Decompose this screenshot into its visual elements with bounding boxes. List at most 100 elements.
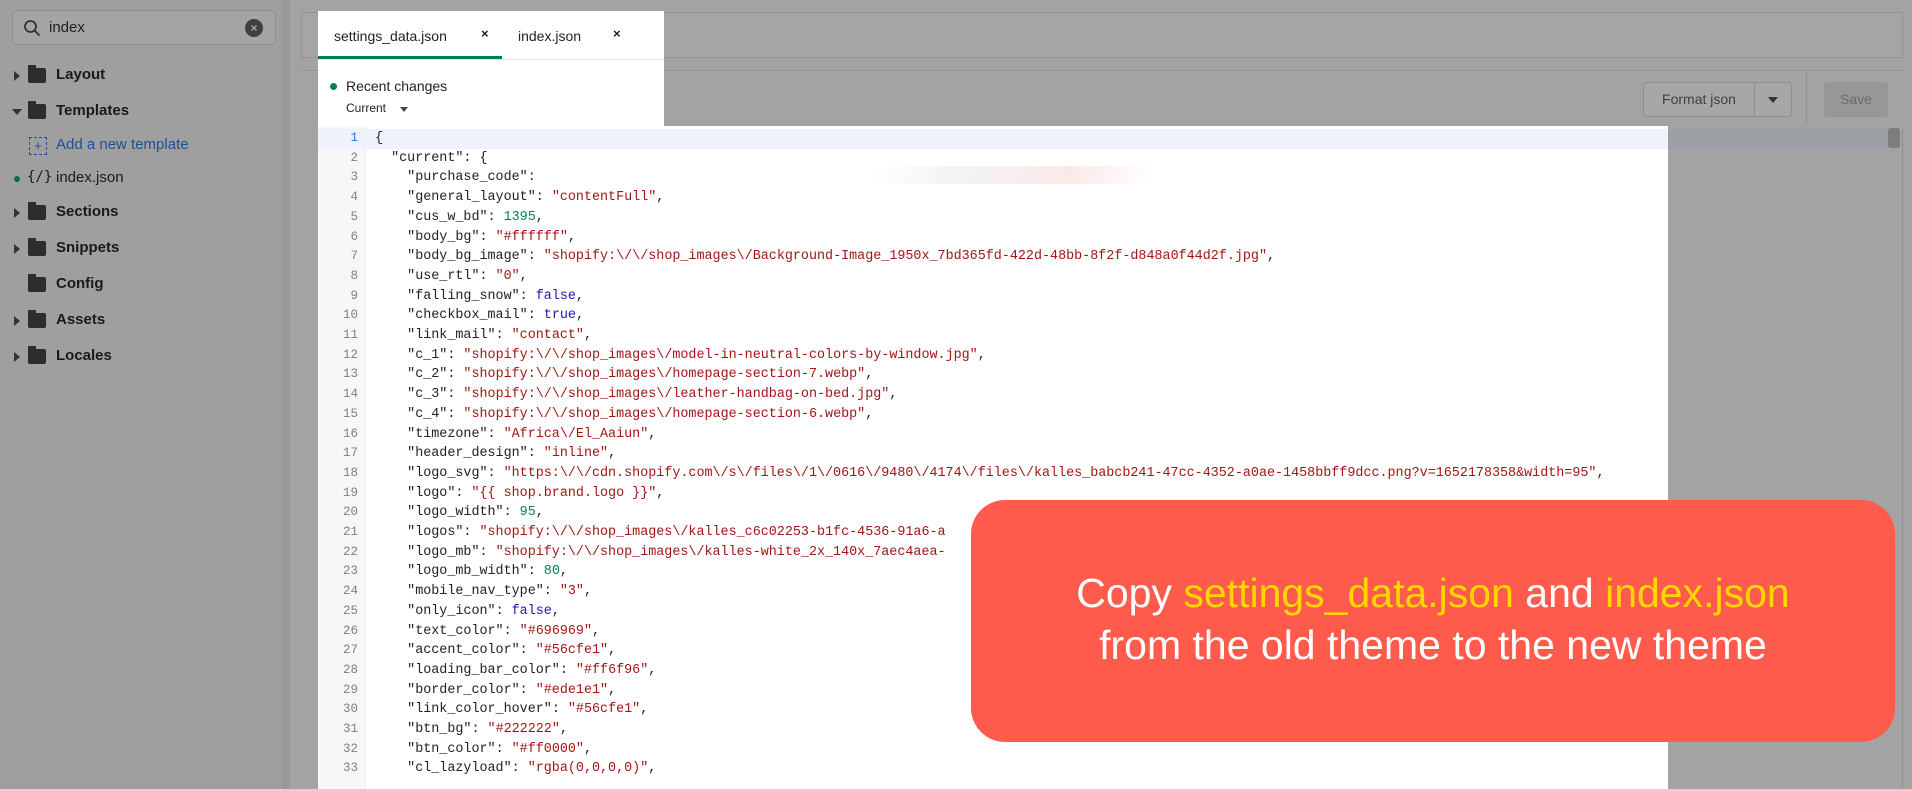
file-search[interactable]: index ×: [12, 10, 276, 45]
version-select[interactable]: Current: [346, 101, 386, 115]
code-line[interactable]: 16 "timezone": "Africa\/El_Aaiun",: [318, 425, 1668, 445]
close-icon[interactable]: ×: [481, 26, 489, 41]
line-number: 27: [342, 643, 358, 658]
editor-scrollbar[interactable]: [1888, 128, 1900, 148]
sidebar-item-config[interactable]: Config: [0, 272, 280, 298]
status-dot: [330, 83, 337, 90]
callout-filename: settings_data.json: [1183, 570, 1514, 616]
line-number: 8: [350, 268, 358, 283]
line-number: 10: [342, 308, 358, 323]
code-text: "c_1": "shopify:\/\/shop_images\/model-i…: [407, 347, 986, 363]
add-template-link[interactable]: Add a new template: [56, 136, 189, 153]
code-line[interactable]: 4 "general_layout": "contentFull",: [318, 188, 1668, 208]
line-number: 22: [342, 544, 358, 559]
format-json-button[interactable]: Format json: [1643, 82, 1755, 117]
tab-label: settings_data.json: [334, 28, 447, 44]
recent-changes-label: Recent changes: [346, 78, 448, 94]
code-text: {: [375, 131, 384, 146]
code-text: "falling_snow": false,: [407, 288, 584, 304]
code-line[interactable]: 13 "c_2": "shopify:\/\/shop_images\/home…: [318, 365, 1668, 385]
format-options-dropdown[interactable]: [1754, 82, 1792, 117]
code-line[interactable]: 12 "c_1": "shopify:\/\/shop_images\/mode…: [318, 346, 1668, 366]
search-input[interactable]: index: [49, 19, 85, 36]
code-text: "c_2": "shopify:\/\/shop_images\/homepag…: [407, 367, 874, 383]
code-text: "timezone": "Africa\/El_Aaiun",: [407, 426, 657, 442]
code-text: "logo": "{{ shop.brand.logo }}",: [407, 485, 665, 501]
callout-text-line2: from the old theme to the new theme: [1099, 622, 1767, 668]
sidebar-item-layout[interactable]: Layout: [0, 63, 280, 89]
code-line[interactable]: 33 "cl_lazyload": "rgba(0,0,0,0)",: [318, 759, 1668, 779]
callout-text: Copy settings_data.json and index.json f…: [971, 567, 1895, 671]
sidebar-item-locales[interactable]: Locales: [0, 344, 280, 370]
code-text: "cus_w_bd": 1395,: [407, 209, 544, 225]
save-button[interactable]: Save: [1824, 82, 1888, 117]
code-line[interactable]: 18 "logo_svg": "https:\/\/cdn.shopify.co…: [318, 464, 1668, 484]
sidebar-scrollbar[interactable]: [282, 0, 290, 789]
line-number: 20: [342, 505, 358, 520]
sidebar-item-label: Layout: [56, 66, 106, 83]
chevron-right-icon[interactable]: [14, 316, 20, 326]
code-text: "logo_svg": "https:\/\/cdn.shopify.com\/…: [407, 465, 1605, 481]
code-text: "btn_bg": "#222222",: [407, 722, 568, 737]
code-text: "current": {: [391, 150, 488, 166]
line-number: 33: [342, 761, 358, 776]
clear-search-icon[interactable]: ×: [245, 19, 263, 37]
sidebar-item-label: Config: [56, 275, 104, 292]
tab-index-json[interactable]: index.json ×: [502, 11, 642, 59]
code-text: "logo_mb": "shopify:\/\/shop_images\/kal…: [407, 544, 946, 560]
code-line[interactable]: 7 "body_bg_image": "shopify:\/\/shop_ima…: [318, 247, 1668, 267]
close-icon[interactable]: ×: [613, 26, 621, 41]
line-number: 30: [342, 702, 358, 717]
code-text: "link_color_hover": "#56cfe1",: [407, 702, 649, 718]
line-number: 19: [342, 485, 358, 500]
chevron-right-icon[interactable]: [14, 208, 20, 218]
file-sidebar: index × Layout Templates + Add a new tem…: [0, 0, 290, 789]
chevron-right-icon[interactable]: [14, 352, 20, 362]
line-number: 11: [342, 328, 358, 342]
code-text: "body_bg_image": "shopify:\/\/shop_image…: [407, 249, 1276, 265]
code-text: "only_icon": false,: [407, 603, 560, 619]
sidebar-item-sections[interactable]: Sections: [0, 200, 280, 226]
sidebar-item-label: Sections: [56, 203, 119, 220]
code-text: "purchase_code":: [407, 170, 544, 186]
folder-icon: [28, 202, 46, 220]
code-line[interactable]: 14 "c_3": "shopify:\/\/shop_images\/leat…: [318, 385, 1668, 405]
search-icon: [24, 20, 40, 36]
code-text: "body_bg": "#ffffff",: [407, 229, 576, 245]
code-line[interactable]: 15 "c_4": "shopify:\/\/shop_images\/home…: [318, 405, 1668, 425]
line-number: 14: [342, 387, 358, 402]
code-line[interactable]: 10 "checkbox_mail": true,: [318, 306, 1668, 326]
line-number: 4: [350, 190, 358, 205]
chevron-right-icon[interactable]: [14, 71, 20, 81]
sidebar-item-snippets[interactable]: Snippets: [0, 236, 280, 262]
code-line[interactable]: 32 "btn_color": "#ff0000",: [318, 740, 1668, 760]
line-number: 24: [342, 584, 358, 599]
code-line[interactable]: 1{: [318, 129, 1668, 149]
sidebar-item-label: Locales: [56, 347, 112, 364]
line-number: 23: [342, 564, 358, 579]
chevron-right-icon[interactable]: [14, 244, 20, 254]
line-number: 21: [342, 525, 358, 539]
line-number: 9: [350, 288, 358, 303]
sidebar-item-assets[interactable]: Assets: [0, 308, 280, 334]
sidebar-item-templates[interactable]: Templates: [0, 99, 280, 125]
sidebar-item-index-json[interactable]: {/} index.json: [0, 166, 280, 192]
tab-settings-data-json[interactable]: settings_data.json ×: [318, 11, 502, 59]
folder-icon: [28, 65, 46, 83]
code-line[interactable]: 9 "falling_snow": false,: [318, 287, 1668, 307]
code-line[interactable]: 17 "header_design": "inline",: [318, 444, 1668, 464]
code-line[interactable]: 5 "cus_w_bd": 1395,: [318, 208, 1668, 228]
chevron-down-icon[interactable]: [12, 109, 22, 115]
code-text: "checkbox_mail": true,: [407, 308, 584, 324]
code-line[interactable]: 8 "use_rtl": "0",: [318, 267, 1668, 287]
sidebar-item-add-template[interactable]: + Add a new template: [0, 133, 280, 159]
code-line[interactable]: 11 "link_mail": "contact",: [318, 326, 1668, 346]
caret-down-icon[interactable]: [400, 107, 408, 112]
code-text: "cl_lazyload": "rgba(0,0,0,0)",: [407, 761, 657, 777]
code-text: "logo_mb_width": 80,: [407, 564, 568, 580]
line-number: 29: [342, 682, 358, 697]
code-line[interactable]: 6 "body_bg": "#ffffff",: [318, 228, 1668, 248]
folder-icon: [28, 346, 46, 364]
line-number: 13: [342, 367, 358, 382]
code-text: "loading_bar_color": "#ff6f96",: [407, 662, 657, 678]
